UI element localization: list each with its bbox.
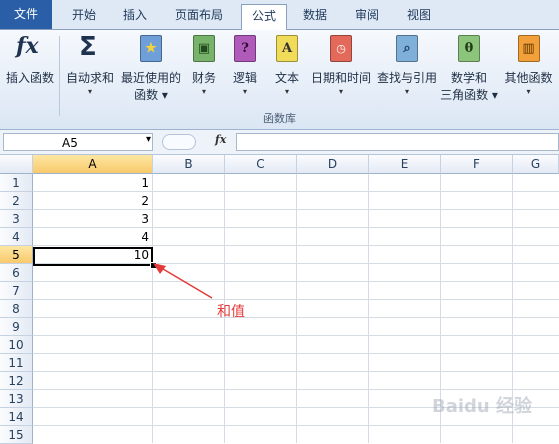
annotation-arrow <box>153 263 213 299</box>
baidu-watermark-logo: Baidu 经验 <box>432 396 533 417</box>
annotation-label: 和值 <box>217 304 245 320</box>
